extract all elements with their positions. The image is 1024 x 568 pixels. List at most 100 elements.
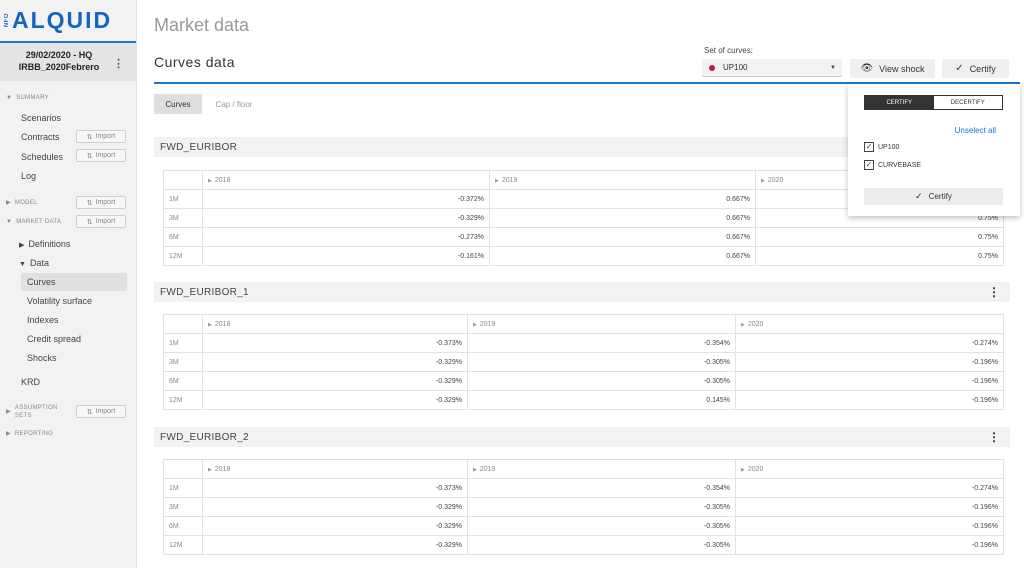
unselect-all-link[interactable]: Unselect all	[955, 126, 996, 135]
certify-button[interactable]: ✓ Certify	[942, 59, 1009, 78]
checkbox-checked-icon[interactable]: ✓	[864, 142, 874, 152]
schedules-import-button[interactable]: ⇅ Import	[76, 149, 126, 162]
session-selector[interactable]: 29/02/2020 - HQ IRBB_2020Febrero ⋮	[0, 41, 136, 81]
rate-cell[interactable]: 0.667%	[489, 246, 756, 266]
rate-cell[interactable]: -0.329%	[202, 390, 468, 410]
year-column-header[interactable]: ▶ 2020	[735, 314, 1004, 334]
sidebar-item-shocks[interactable]: Shocks	[27, 353, 57, 363]
sidebar-item-volatility-surface[interactable]: Volatility surface	[27, 296, 92, 306]
session-menu-icon[interactable]: ⋮	[113, 57, 124, 70]
collapse-down-icon: ▼	[19, 261, 26, 268]
rate-cell[interactable]: -0.305%	[467, 516, 736, 536]
sidebar-item-scenarios[interactable]: Scenarios	[21, 113, 61, 123]
curve-menu-icon[interactable]: ⋮	[988, 285, 1000, 299]
rate-cell[interactable]: 0.75%	[755, 227, 1004, 247]
rate-cell[interactable]: -0.196%	[735, 516, 1004, 536]
curve-name: FWD_EURIBOR	[160, 142, 238, 153]
year-column-header[interactable]: ▶ 2019	[489, 170, 756, 190]
import-icon: ⇅	[86, 408, 93, 416]
year-column-header[interactable]: ▶ 2020	[735, 459, 1004, 479]
year-column-header[interactable]: ▶ 2019	[467, 314, 736, 334]
curve-menu-icon[interactable]: ⋮	[988, 430, 1000, 444]
check-icon: ✓	[915, 191, 923, 201]
rate-cell[interactable]: -0.305%	[467, 352, 736, 372]
curve-header: FWD_EURIBOR_2 ⋮	[154, 427, 1010, 447]
tab-cap-floor[interactable]: Cap / floor	[208, 94, 260, 114]
rate-cell[interactable]: -0.373%	[202, 333, 468, 353]
sidebar-section-summary[interactable]: ▼ SUMMARY	[6, 95, 49, 101]
rate-cell[interactable]: -0.354%	[467, 333, 736, 353]
sidebar-item-krd[interactable]: KRD	[21, 377, 40, 387]
year-column-header[interactable]: ▶ 2018	[202, 314, 468, 334]
rate-cell[interactable]: -0.161%	[202, 246, 490, 266]
sidebar-item-data[interactable]: ▼ Data	[19, 258, 49, 268]
rate-cell[interactable]: -0.329%	[202, 208, 490, 228]
popup-certify-button[interactable]: ✓ Certify	[864, 188, 1003, 205]
view-shock-button[interactable]: 👁 View shock	[850, 59, 935, 78]
rate-cell[interactable]: -0.329%	[202, 535, 468, 555]
sidebar-item-curves[interactable]: Curves	[21, 273, 127, 291]
rate-cell[interactable]: -0.372%	[202, 189, 490, 209]
rate-cell[interactable]: -0.196%	[735, 371, 1004, 391]
model-import-button[interactable]: ⇅ Import	[76, 196, 126, 209]
tenor-label: 12M	[163, 535, 203, 555]
rate-cell[interactable]: -0.196%	[735, 390, 1004, 410]
rate-cell[interactable]: 0.667%	[489, 208, 756, 228]
rate-cell[interactable]: -0.354%	[467, 478, 736, 498]
import-icon: ⇅	[86, 133, 93, 141]
rate-cell[interactable]: -0.373%	[202, 478, 468, 498]
tenor-label: 3M	[163, 208, 203, 228]
sidebar-section-model[interactable]: ▶ MODEL	[6, 199, 38, 207]
rate-cell[interactable]: -0.305%	[467, 371, 736, 391]
rate-cell[interactable]: -0.274%	[735, 478, 1004, 498]
logo[interactable]: NFO ALQUID	[0, 0, 136, 40]
import-icon: ⇅	[86, 199, 93, 207]
curve-option-curvebase[interactable]: ✓ CURVEBASE	[864, 160, 921, 170]
year-column-header[interactable]: ▶ 2018	[202, 459, 468, 479]
sidebar-section-assumption-sets[interactable]: ▶ ASSUMPTION SETS	[6, 404, 66, 420]
rate-cell[interactable]: -0.274%	[735, 333, 1004, 353]
tenor-label: 6M	[163, 516, 203, 536]
rate-cell[interactable]: -0.305%	[467, 535, 736, 555]
curve-option-up100[interactable]: ✓ UP100	[864, 142, 899, 152]
contracts-import-button[interactable]: ⇅ Import	[76, 130, 126, 143]
expand-right-icon: ▶	[741, 321, 745, 328]
rate-cell[interactable]: -0.329%	[202, 497, 468, 517]
curve-table: ▶ 2018 ▶ 2019 ▶ 2020 1M -0.373% -0.354% -0.…	[163, 459, 1004, 555]
rate-cell[interactable]: -0.329%	[202, 352, 468, 372]
checkbox-checked-icon[interactable]: ✓	[864, 160, 874, 170]
tab-curves[interactable]: Curves	[154, 94, 202, 114]
rate-cell[interactable]: 0.145%	[467, 390, 736, 410]
row-label-header	[163, 459, 203, 479]
rate-cell[interactable]: -0.329%	[202, 516, 468, 536]
market-data-import-button[interactable]: ⇅ Import	[76, 215, 126, 228]
curve-name: FWD_EURIBOR_2	[160, 432, 249, 443]
rate-cell[interactable]: 0.667%	[489, 227, 756, 247]
expand-right-icon: ▶	[19, 242, 25, 249]
rate-cell[interactable]: -0.273%	[202, 227, 490, 247]
rate-cell[interactable]: -0.196%	[735, 497, 1004, 517]
expand-right-icon: ▶	[208, 321, 212, 328]
set-of-curves-select[interactable]: UP100 ▼	[702, 59, 842, 77]
curve-name: FWD_EURIBOR_1	[160, 287, 249, 298]
sidebar-section-market-data[interactable]: ▼ MARKET DATA	[6, 219, 61, 225]
sidebar-item-indexes[interactable]: Indexes	[27, 315, 59, 325]
rate-cell[interactable]: -0.329%	[202, 371, 468, 391]
rate-cell[interactable]: -0.196%	[735, 352, 1004, 372]
sidebar-item-log[interactable]: Log	[21, 171, 36, 181]
year-column-header[interactable]: ▶ 2018	[202, 170, 490, 190]
rate-cell[interactable]: -0.196%	[735, 535, 1004, 555]
assumption-sets-import-button[interactable]: ⇅ Import	[76, 405, 126, 418]
year-column-header[interactable]: ▶ 2019	[467, 459, 736, 479]
decertify-mode-tab[interactable]: DECERTIFY	[933, 96, 1002, 109]
sidebar-item-credit-spread[interactable]: Credit spread	[27, 334, 81, 344]
certify-mode-tab[interactable]: CERTIFY	[865, 96, 934, 109]
rate-cell[interactable]: 0.667%	[489, 189, 756, 209]
sidebar-item-definitions[interactable]: ▶ Definitions	[19, 239, 70, 249]
sidebar-section-reporting[interactable]: ▶ REPORTING	[6, 430, 53, 438]
sidebar-item-schedules[interactable]: Schedules	[21, 152, 63, 162]
sidebar-item-contracts[interactable]: Contracts	[21, 132, 60, 142]
rate-cell[interactable]: 0.75%	[755, 246, 1004, 266]
table-row: 6M -0.273% 0.667% 0.75%	[163, 227, 1004, 247]
rate-cell[interactable]: -0.305%	[467, 497, 736, 517]
